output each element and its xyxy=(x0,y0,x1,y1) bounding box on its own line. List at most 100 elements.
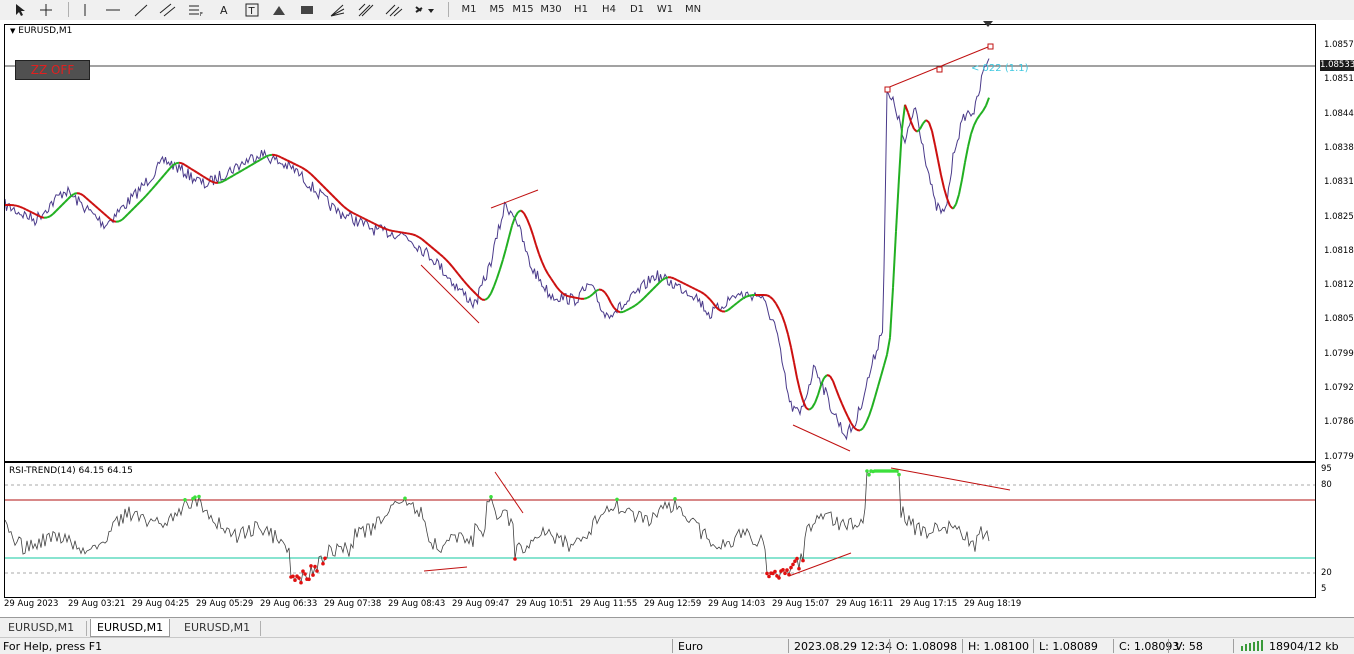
moving-average-segment xyxy=(536,245,539,254)
moving-average-segment xyxy=(938,160,941,175)
moving-average-segment xyxy=(734,303,737,305)
moving-average-segment xyxy=(830,376,833,381)
andrews-pitchfork-icon[interactable] xyxy=(384,1,404,18)
moving-average-segment xyxy=(869,407,872,416)
status-high: H: 1.08100 xyxy=(968,640,1029,653)
moving-average-segment xyxy=(743,297,746,299)
arrows-dropdown-icon[interactable] xyxy=(412,1,436,18)
moving-average-segment xyxy=(707,296,710,299)
moving-average-segment xyxy=(788,334,791,347)
moving-average-segment xyxy=(335,198,338,201)
price-tick-label: 1.08510 xyxy=(1324,74,1354,84)
timeframe-m15-button[interactable]: M15 xyxy=(512,1,534,18)
moving-average-segment xyxy=(491,286,494,293)
moving-average-segment xyxy=(551,279,554,284)
tab-eurusd-m1-1[interactable]: EURUSD,M1 xyxy=(2,619,80,636)
zz-toggle-button[interactable]: ZZ OFF xyxy=(15,60,90,80)
timeframe-h4-button[interactable]: H4 xyxy=(598,1,620,18)
moving-average-segment xyxy=(506,237,509,249)
timeframe-m1-button[interactable]: M1 xyxy=(458,1,480,18)
moving-average-segment xyxy=(503,249,506,260)
moving-average-segment xyxy=(245,167,248,169)
price-chart-panel[interactable]: < 022 (1.1) xyxy=(4,24,1316,462)
moving-average-segment xyxy=(851,423,854,428)
gann-icon[interactable] xyxy=(356,1,376,18)
timeframe-mn-button[interactable]: MN xyxy=(682,1,704,18)
moving-average-segment xyxy=(770,297,773,300)
timeframe-d1-button[interactable]: D1 xyxy=(626,1,648,18)
timeframe-m5-button[interactable]: M5 xyxy=(486,1,508,18)
moving-average-segment xyxy=(962,162,965,179)
moving-average-segment xyxy=(83,195,86,198)
status-datetime: 2023.08.29 12:34 xyxy=(794,640,892,653)
moving-average-segment xyxy=(977,115,980,119)
moving-average-segment xyxy=(794,362,797,378)
moving-average-segment xyxy=(896,178,899,231)
moving-average-segment xyxy=(320,183,323,186)
moving-average-segment xyxy=(617,311,620,313)
moving-average-segment xyxy=(527,219,530,226)
moving-average-segment xyxy=(431,247,434,250)
moving-average-segment xyxy=(710,299,713,303)
rsi-indicator-panel[interactable] xyxy=(4,462,1316,598)
crosshair-icon[interactable] xyxy=(38,1,54,18)
moving-average-segment xyxy=(422,239,425,242)
moving-average-segment xyxy=(809,408,812,410)
fibo-fan-icon[interactable] xyxy=(328,1,348,18)
moving-average-segment xyxy=(398,232,401,233)
moving-average-segment xyxy=(926,120,929,123)
moving-average-segment xyxy=(383,228,386,229)
moving-average-segment xyxy=(941,175,944,188)
moving-average-segment xyxy=(530,226,533,235)
timeframe-h1-button[interactable]: H1 xyxy=(570,1,592,18)
tab-eurusd-m1-2[interactable]: EURUSD,M1 xyxy=(90,619,170,637)
moving-average-segment xyxy=(107,216,110,219)
text-label-icon[interactable]: T xyxy=(244,1,260,18)
moving-average-segment xyxy=(302,168,305,170)
moving-average-segment xyxy=(281,157,284,158)
cursor-icon[interactable] xyxy=(12,1,28,18)
moving-average-segment xyxy=(200,174,203,176)
moving-average-segment xyxy=(821,378,824,385)
moving-average-segment xyxy=(458,274,461,278)
rsi-level-label: 95 xyxy=(1321,464,1332,474)
moving-average-segment xyxy=(848,417,851,423)
tab-eurusd-m1-3[interactable]: EURUSD,M1 xyxy=(178,619,256,636)
moving-average-segment xyxy=(227,177,230,179)
rsi-oversold-dot xyxy=(767,575,771,579)
equidistant-channel-icon[interactable] xyxy=(158,1,178,18)
moving-average-segment xyxy=(128,211,131,214)
text-tool-icon[interactable]: A xyxy=(216,1,232,18)
moving-average-segment xyxy=(77,193,80,194)
timeframe-m30-button[interactable]: M30 xyxy=(540,1,562,18)
line-handle-marker[interactable] xyxy=(988,44,993,49)
moving-average-segment xyxy=(74,193,77,194)
price-chart-canvas: < 022 (1.1) xyxy=(5,25,1315,461)
moving-average-segment xyxy=(155,182,158,186)
triangle-icon[interactable] xyxy=(270,1,288,18)
vertical-line-icon[interactable] xyxy=(78,1,92,18)
moving-average-segment xyxy=(905,105,908,113)
symbol-label: ▼ EURUSD,M1 xyxy=(10,26,72,36)
moving-average-segment xyxy=(176,163,179,164)
moving-average-segment xyxy=(332,195,335,198)
moving-average-segment xyxy=(38,216,41,218)
rectangle-icon[interactable] xyxy=(298,1,316,18)
svg-text:T: T xyxy=(248,6,256,17)
horizontal-line-icon[interactable] xyxy=(104,1,122,18)
moving-average-segment xyxy=(233,174,236,176)
status-low: L: 1.08089 xyxy=(1039,640,1098,653)
moving-average-segment xyxy=(545,269,548,274)
rsi-oversold-dot xyxy=(785,568,789,572)
trendline-icon[interactable] xyxy=(132,1,150,18)
line-handle-marker[interactable] xyxy=(885,87,890,92)
fibonacci-icon[interactable]: F xyxy=(186,1,206,18)
status-volume: V: 58 xyxy=(1175,640,1203,653)
timeframe-w1-button[interactable]: W1 xyxy=(654,1,676,18)
moving-average-segment xyxy=(119,220,122,222)
rsi-overbought-dot xyxy=(183,498,187,502)
moving-average-segment xyxy=(323,186,326,189)
moving-average-segment xyxy=(899,128,902,178)
line-handle-marker[interactable] xyxy=(937,67,942,72)
moving-average-segment xyxy=(902,105,905,129)
